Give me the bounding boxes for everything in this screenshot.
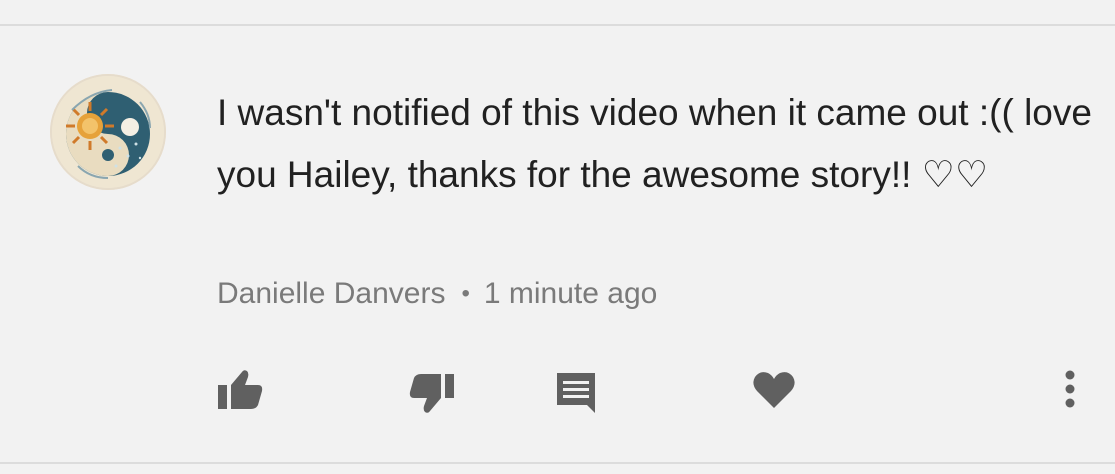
reply-button[interactable]	[552, 368, 600, 416]
comment-icon	[557, 373, 595, 413]
more-vertical-icon	[1065, 370, 1075, 408]
more-options-button[interactable]	[1048, 364, 1092, 414]
thumbs-up-icon	[218, 370, 263, 409]
like-button[interactable]	[216, 365, 264, 413]
sun-moon-yin-yang-icon	[52, 76, 164, 188]
dislike-button[interactable]	[408, 370, 456, 418]
comment-meta: Danielle Danvers • 1 minute ago	[217, 274, 657, 314]
top-divider	[0, 24, 1115, 26]
meta-separator: •	[461, 280, 470, 307]
heart-button[interactable]	[750, 366, 798, 414]
comment-text: I wasn't notified of this video when it …	[217, 92, 1092, 195]
bottom-divider	[0, 462, 1115, 464]
timestamp: 1 minute ago	[483, 277, 658, 310]
author-name[interactable]: Danielle Danvers	[217, 277, 445, 310]
thumbs-down-icon	[409, 374, 454, 413]
avatar[interactable]	[50, 74, 166, 190]
heart-icon	[753, 372, 795, 408]
